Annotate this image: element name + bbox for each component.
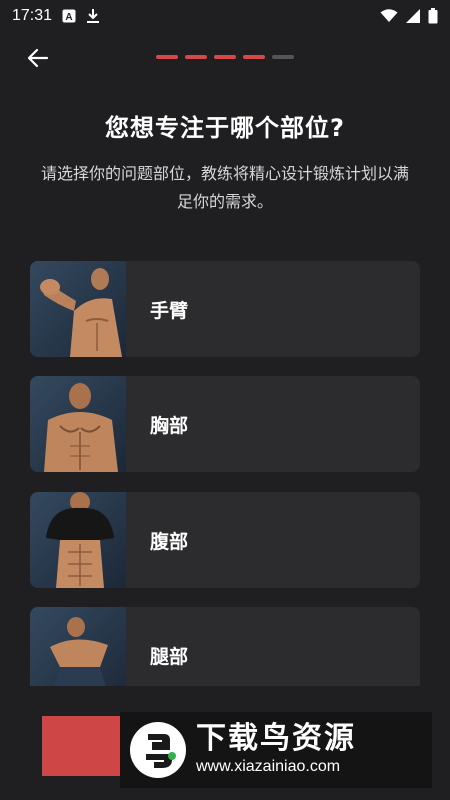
progress-segment	[156, 55, 178, 59]
a-keyboard-icon: A	[62, 9, 76, 23]
status-time: 17:31	[12, 7, 53, 24]
continue-button[interactable]	[42, 716, 120, 776]
option-card-chest[interactable]: 胸部	[30, 376, 420, 472]
option-card-arms[interactable]: 手臂	[30, 261, 420, 357]
option-card-abs[interactable]: 腹部	[30, 492, 420, 588]
progress-segment	[272, 55, 294, 59]
watermark-text: 下载鸟资源 www.xiazainiao.com	[196, 722, 356, 778]
page-subtitle: 请选择你的问题部位，教练将精心设计锻炼计划以满足你的需求。	[40, 164, 409, 211]
status-right	[380, 8, 438, 24]
download-icon	[86, 8, 100, 24]
svg-text:A: A	[65, 12, 72, 23]
wifi-icon	[380, 9, 398, 23]
option-label: 胸部	[150, 414, 189, 437]
watermark-title: 下载鸟资源	[196, 721, 356, 756]
status-bar: 17:31 A	[0, 0, 450, 32]
step-progress-indicator	[156, 55, 294, 59]
watermark-banner: 下载鸟资源 www.xiazainiao.com	[120, 712, 432, 788]
bird-logo-icon	[130, 722, 186, 778]
battery-icon	[428, 8, 438, 24]
status-left: 17:31 A	[12, 7, 100, 25]
watermark-url: www.xiazainiao.com	[196, 758, 341, 775]
back-arrow-icon	[27, 48, 49, 68]
option-label: 手臂	[150, 299, 189, 322]
option-label: 腿部	[150, 645, 189, 668]
back-button[interactable]	[24, 44, 52, 72]
arm-flex-photo	[30, 261, 126, 357]
page-title: 您想专注于哪个部位?	[105, 114, 345, 142]
chest-photo	[30, 376, 126, 472]
progress-segment	[243, 55, 265, 59]
signal-icon	[406, 9, 420, 23]
progress-segment	[185, 55, 207, 59]
abs-photo	[30, 492, 126, 588]
progress-segment	[214, 55, 236, 59]
option-label: 腹部	[150, 530, 189, 553]
